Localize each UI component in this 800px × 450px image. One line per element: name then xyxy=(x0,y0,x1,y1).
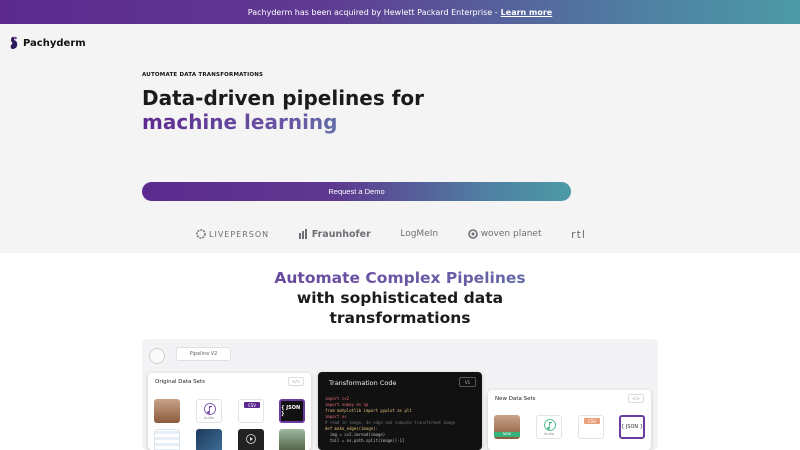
image-tile: NEW xyxy=(494,415,520,439)
section-title-line1: Automate Complex Pipelines xyxy=(0,268,800,288)
csv-badge: CSV xyxy=(244,402,260,408)
hero-title-line1: Data-driven pipelines for xyxy=(142,86,425,110)
pipeline-tab[interactable]: Pipeline V2 xyxy=(176,347,231,361)
woven-planet-logo: woven planet xyxy=(467,229,541,239)
section-title-line3: transformations xyxy=(329,309,471,327)
hero-title-line2: machine learning xyxy=(142,110,424,134)
liveperson-logo: LIVEPERSON xyxy=(196,229,269,239)
fraunhofer-mark-icon xyxy=(298,229,307,239)
banner-text: Pachyderm has been acquired by Hewlett P… xyxy=(247,7,498,17)
customer-logos: LIVEPERSON Fraunhofer LogMeIn woven plan… xyxy=(196,226,586,242)
code-line: tail = os.path.split(image)[-1] xyxy=(325,438,405,443)
learn-more-link[interactable]: Learn more xyxy=(501,8,553,17)
section-title: Automate Complex Pipelines with sophisti… xyxy=(0,268,800,328)
pachyderm-logo-icon xyxy=(10,36,18,49)
original-datasets-card: Original Data Sets </> Audio CSV { JSON … xyxy=(148,373,311,450)
transformation-code-title: Transformation Code xyxy=(329,379,397,387)
blueprint-tile xyxy=(196,429,222,450)
fraunhofer-logo: Fraunhofer xyxy=(298,229,371,240)
new-badge: NEW xyxy=(494,432,520,437)
hero-title: Data-driven pipelines for machine learni… xyxy=(142,86,424,134)
json-tile: { JSON } xyxy=(619,415,645,439)
liveperson-mark-icon xyxy=(196,229,206,239)
rtl-logo: rtl xyxy=(571,227,586,241)
audio-caption: Audio xyxy=(544,432,554,436)
card-code-chip[interactable]: </> xyxy=(288,377,304,386)
hero-eyebrow: AUTOMATE DATA TRANSFORMATIONS xyxy=(142,72,264,78)
original-datasets-title: Original Data Sets xyxy=(155,379,206,385)
music-note-icon xyxy=(544,419,556,431)
section-title-line2: with sophisticated data xyxy=(296,289,504,307)
image-tile xyxy=(154,399,180,423)
logmein-logo: LogMeIn xyxy=(400,229,439,239)
new-datasets-title: New Data Sets xyxy=(495,396,536,402)
csv-badge: CSV xyxy=(584,418,600,424)
transformation-code-card: Transformation Code V1 import cv2 import … xyxy=(318,372,482,450)
video-tile xyxy=(238,429,264,450)
card-code-chip[interactable]: </> xyxy=(628,394,644,403)
canvas-settings-icon[interactable] xyxy=(149,348,165,364)
request-demo-button[interactable]: Request a Demo xyxy=(142,182,571,201)
brand-name: Pachyderm xyxy=(23,37,86,49)
table-tile xyxy=(154,429,180,450)
top-nav: Pachyderm xyxy=(0,24,800,64)
version-chip[interactable]: V1 xyxy=(459,377,476,387)
audio-tile: Audio xyxy=(196,399,222,423)
brand-logo[interactable]: Pachyderm xyxy=(9,36,86,50)
new-datasets-card: New Data Sets </> NEW Audio CSV { JSON } xyxy=(488,390,651,450)
portrait-tile xyxy=(279,429,305,450)
audio-caption: Audio xyxy=(204,416,214,420)
acquisition-banner: Pachyderm has been acquired by Hewlett P… xyxy=(0,0,800,24)
audio-tile: Audio xyxy=(536,415,562,439)
woven-planet-mark-icon xyxy=(467,229,478,239)
play-icon xyxy=(246,434,256,444)
json-tile: { JSON } xyxy=(279,399,305,423)
code-block: import cv2 import numpy as np from matplot… xyxy=(325,396,455,444)
csv-tile: CSV xyxy=(578,415,604,439)
music-note-icon xyxy=(204,403,216,415)
csv-tile: CSV xyxy=(238,399,264,423)
